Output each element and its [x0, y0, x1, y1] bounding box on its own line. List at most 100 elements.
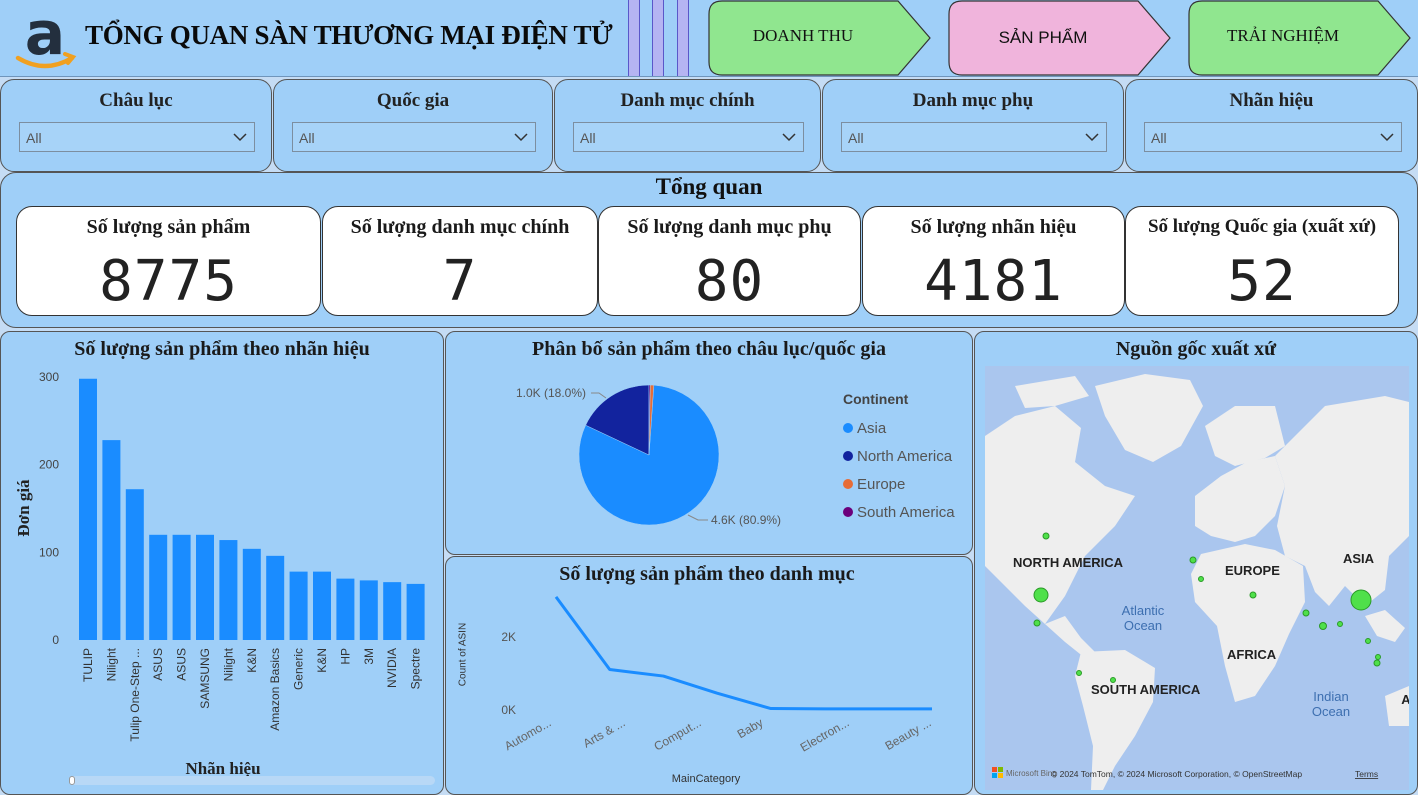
- bar[interactable]: [336, 578, 355, 640]
- x-tick-label: Automo...: [502, 715, 553, 753]
- filter-danh-muc-phu-select[interactable]: All: [841, 122, 1107, 152]
- x-tick-label: HP: [338, 648, 352, 665]
- bar[interactable]: [242, 548, 261, 640]
- kpi-value: 4181: [924, 249, 1063, 314]
- y-tick-label: 0: [52, 633, 59, 647]
- legend-label: Europe: [857, 475, 906, 493]
- x-tick-label: Arts & ...: [581, 715, 628, 750]
- legend-title: Continent: [843, 391, 909, 407]
- category-line-chart: 0K 2K Automo... Arts & ... Comput... Baby Elec…: [501, 595, 934, 755]
- filter-nhan-hieu-select[interactable]: All: [1144, 122, 1402, 152]
- map-provider: Microsoft Bing: [1006, 769, 1057, 778]
- origin-bubble[interactable]: [1350, 589, 1372, 611]
- chevron-down-icon: [233, 133, 247, 142]
- origin-bubble[interactable]: [1319, 622, 1327, 630]
- map-label: EUROPE: [1225, 563, 1280, 578]
- filter-label: Nhãn hiệu: [1229, 90, 1314, 111]
- origin-bubble[interactable]: [1033, 587, 1049, 603]
- legend-item[interactable]: South America: [843, 498, 955, 526]
- y-tick-label: 0K: [501, 703, 516, 717]
- filter-value: All: [26, 130, 42, 146]
- pie-chart-panel: Phân bố sản phẩm theo châu lục/quốc gia …: [445, 331, 973, 555]
- header-stripe: [628, 0, 640, 76]
- x-tick-label: Generic: [292, 648, 306, 690]
- map-terms-link[interactable]: Terms: [1355, 769, 1378, 779]
- origin-bubble[interactable]: [1076, 670, 1082, 676]
- x-tick-label: Nilight: [221, 647, 235, 681]
- legend-item[interactable]: Asia: [843, 414, 955, 442]
- origin-bubble[interactable]: [1373, 659, 1381, 667]
- bar[interactable]: [149, 534, 168, 640]
- amazon-logo-icon: a: [12, 0, 78, 70]
- nav-san-pham-button[interactable]: SẢN PHẨM: [948, 0, 1172, 76]
- chevron-down-icon: [514, 133, 528, 142]
- bar[interactable]: [266, 555, 285, 640]
- kpi-label: Số lượng danh mục chính: [350, 216, 570, 238]
- filter-value: All: [299, 130, 315, 146]
- kpi-card: Số lượng nhãn hiệu 4181: [862, 206, 1125, 316]
- bar[interactable]: [125, 489, 144, 640]
- legend-marker: [843, 451, 853, 461]
- legend-marker: [843, 507, 853, 517]
- legend-marker: [843, 423, 853, 433]
- filter-quoc-gia: Quốc gia All: [273, 79, 553, 172]
- nav-trai-nghiem-button[interactable]: TRẢI NGHIỆM: [1188, 0, 1418, 76]
- filter-chau-luc-select[interactable]: All: [19, 122, 255, 152]
- kpi-card: Số lượng danh mục phụ 80: [598, 206, 861, 316]
- origin-bubble[interactable]: [1337, 621, 1343, 627]
- bar[interactable]: [196, 534, 214, 640]
- header-stripe: [677, 0, 689, 76]
- map-label: Indian: [1313, 689, 1348, 704]
- bar[interactable]: [79, 378, 97, 640]
- map-panel: Nguồn gốc xuất xứ NORTH AMERICA EUROPE A…: [974, 331, 1418, 795]
- x-tick-label: K&N: [315, 648, 329, 673]
- bar[interactable]: [102, 440, 121, 640]
- pie-data-label: 1.0K (18.0%): [516, 386, 586, 400]
- map-label: AFRICA: [1227, 647, 1277, 662]
- filter-value: All: [580, 130, 596, 146]
- x-tick-label: SAMSUNG: [198, 648, 212, 709]
- filter-danh-muc-phu: Danh mục phụ All: [822, 79, 1124, 172]
- header-stripe: [652, 0, 664, 76]
- category-x-axis-title: MainCategory: [671, 773, 741, 785]
- filter-value: All: [1151, 130, 1167, 146]
- origin-bubble[interactable]: [1189, 556, 1197, 564]
- category-line[interactable]: [554, 595, 932, 711]
- kpi-label: Số lượng sản phẩm: [86, 216, 251, 238]
- x-tick-label: Beauty ...: [883, 715, 934, 752]
- x-tick-label: ASUS: [151, 648, 165, 681]
- origin-bubble[interactable]: [1249, 591, 1257, 599]
- origin-bubble[interactable]: [1033, 619, 1041, 627]
- y-tick-label: 200: [39, 458, 59, 472]
- kpi-card: Số lượng Quốc gia (xuất xứ) 52: [1125, 206, 1399, 316]
- filter-quoc-gia-select[interactable]: All: [292, 122, 536, 152]
- chevron-down-icon: [1380, 133, 1394, 142]
- horizontal-scrollbar[interactable]: [69, 776, 435, 785]
- legend-item[interactable]: North America: [843, 442, 955, 470]
- map-attribution[interactable]: © 2024 TomTom, © 2024 Microsoft Corporat…: [1051, 769, 1302, 779]
- origin-bubble[interactable]: [1375, 654, 1381, 660]
- origin-bubble[interactable]: [1365, 638, 1371, 644]
- bar[interactable]: [219, 540, 238, 640]
- bar[interactable]: [289, 571, 308, 640]
- bar[interactable]: [313, 571, 331, 640]
- origin-bubble[interactable]: [1302, 609, 1310, 617]
- bar[interactable]: [406, 583, 425, 640]
- nav-doanh-thu-button[interactable]: DOANH THU: [708, 0, 932, 76]
- bar[interactable]: [172, 534, 191, 640]
- x-tick-label: Spectre: [409, 648, 423, 690]
- origin-bubble[interactable]: [1042, 532, 1050, 540]
- bar[interactable]: [359, 580, 378, 640]
- kpi-value: 80: [694, 249, 765, 314]
- origin-bubble[interactable]: [1198, 576, 1204, 582]
- scrollbar-thumb[interactable]: [69, 776, 75, 785]
- kpi-card: Số lượng danh mục chính 7: [322, 206, 598, 316]
- filter-danh-muc-chinh-select[interactable]: All: [573, 122, 804, 152]
- brand-y-axis-title: Đơn giá: [14, 479, 33, 537]
- bar[interactable]: [383, 582, 402, 640]
- filter-nhan-hieu: Nhãn hiệu All: [1125, 79, 1418, 172]
- pie-legend: Asia North America Europe South America: [843, 414, 955, 526]
- world-map[interactable]: NORTH AMERICA EUROPE ASIA AFRICA SOUTH A…: [985, 366, 1409, 790]
- legend-label: North America: [857, 447, 953, 465]
- legend-item[interactable]: Europe: [843, 470, 955, 498]
